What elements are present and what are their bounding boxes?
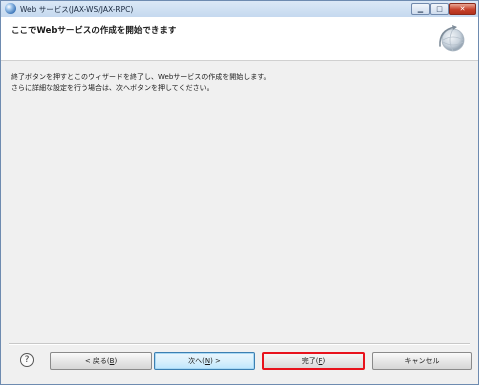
- help-button[interactable]: ?: [20, 353, 34, 367]
- minimize-button[interactable]: ▁: [411, 3, 430, 15]
- title-bar[interactable]: Web サービス(JAX-WS/JAX-RPC) ▁ □ ✕: [1, 1, 478, 17]
- wizard-banner: ここでWebサービスの作成を開始できます: [1, 17, 478, 61]
- footer-separator: [9, 343, 470, 345]
- next-label-suffix: ) >: [210, 357, 221, 365]
- wizard-globe-icon: [439, 25, 465, 52]
- description-line-2: さらに詳細な設定を行う場合は、次へボタンを押してください。: [11, 84, 214, 92]
- description-text: 終了ボタンを押すとこのウィザードを終了し、Webサービスの作成を開始します。 さ…: [11, 72, 271, 94]
- back-label-prefix: < 戻る(: [84, 357, 110, 365]
- close-button[interactable]: ✕: [449, 3, 476, 15]
- help-icon: ?: [24, 355, 30, 365]
- back-button[interactable]: < 戻る(B): [50, 352, 152, 370]
- cancel-label: キャンセル: [404, 357, 440, 365]
- next-button[interactable]: 次へ(N) >: [154, 352, 255, 370]
- finish-label-prefix: 完了(: [301, 357, 319, 365]
- maximize-icon: □: [436, 4, 443, 13]
- window-title: Web サービス(JAX-WS/JAX-RPC): [20, 5, 134, 14]
- page-title: ここでWebサービスの作成を開始できます: [11, 26, 177, 36]
- minimize-icon: ▁: [417, 4, 424, 13]
- finish-button[interactable]: 完了(F): [262, 352, 365, 370]
- finish-label-suffix: ): [322, 357, 326, 365]
- wizard-window: Web サービス(JAX-WS/JAX-RPC) ▁ □ ✕ ここでWebサービ…: [0, 0, 479, 385]
- next-label-prefix: 次へ(: [188, 357, 205, 365]
- wizard-content: 終了ボタンを押すとこのウィザードを終了し、Webサービスの作成を開始します。 さ…: [1, 61, 478, 342]
- maximize-button[interactable]: □: [430, 3, 449, 15]
- close-icon: ✕: [459, 4, 466, 13]
- back-label-suffix: ): [114, 357, 118, 365]
- cancel-button[interactable]: キャンセル: [372, 352, 472, 370]
- app-globe-icon: [5, 3, 16, 14]
- description-line-1: 終了ボタンを押すとこのウィザードを終了し、Webサービスの作成を開始します。: [11, 73, 271, 81]
